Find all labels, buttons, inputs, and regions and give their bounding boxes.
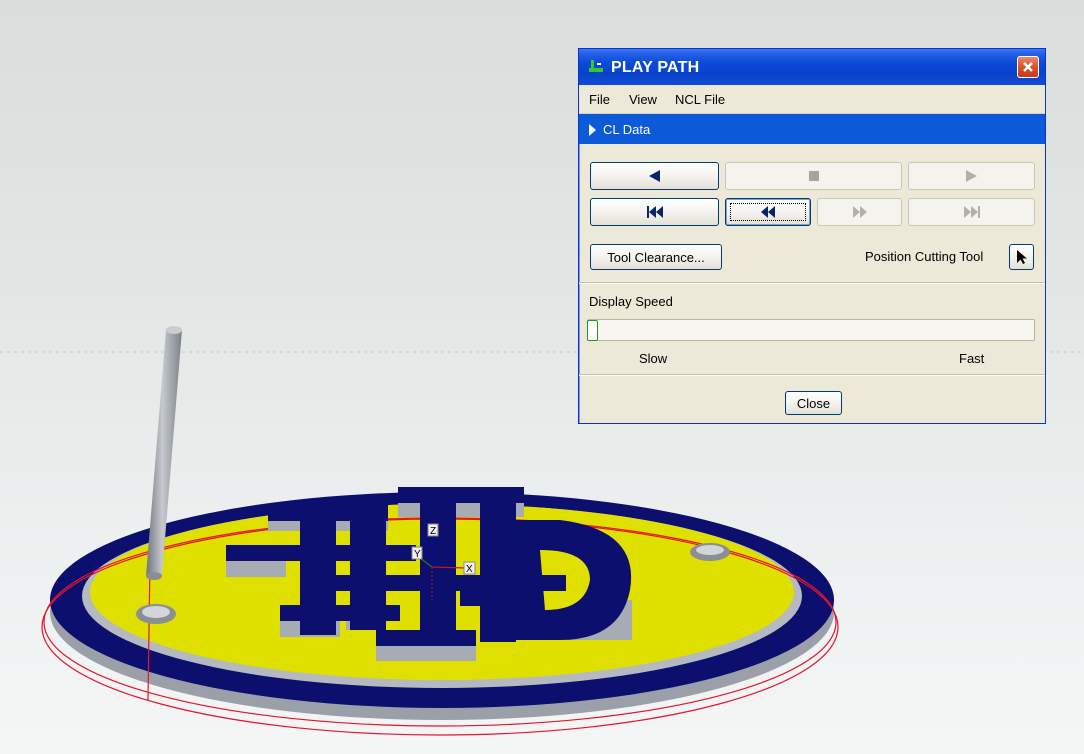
stop-icon (808, 171, 819, 181)
close-button-label: Close (796, 395, 831, 411)
skip-to-start-icon (646, 206, 663, 218)
position-cutting-tool-button[interactable] (1009, 244, 1034, 270)
slow-label: Slow (639, 351, 668, 366)
dialog-title: PLAY PATH (611, 59, 700, 76)
forward-to-end-button[interactable] (908, 198, 1035, 226)
display-speed-label: Display Speed (589, 294, 673, 309)
title-bar[interactable]: PLAY PATH (579, 49, 1045, 85)
expand-arrow-icon (589, 124, 596, 136)
separator-1 (579, 282, 1045, 284)
display-speed-thumb[interactable] (587, 320, 598, 341)
tool-clearance-label: Tool Clearance... (607, 249, 705, 265)
cl-data-label: CL Data (603, 122, 651, 137)
rewind-to-start-button[interactable] (590, 198, 719, 226)
menu-ncl-file[interactable]: NCL File (675, 92, 725, 107)
display-speed-slider[interactable] (587, 319, 1035, 341)
cl-data-expander[interactable]: CL Data (579, 114, 1045, 144)
play-button[interactable] (908, 162, 1035, 190)
menu-bar: File View NCL File (579, 85, 1045, 114)
axis-label-z: Z (430, 526, 436, 537)
play-path-dialog: PLAY PATH File View NCL File CL Data Too… (578, 48, 1046, 424)
mount-hole-right (690, 543, 730, 561)
fast-forward-icon (852, 206, 867, 218)
fast-label: Fast (959, 351, 985, 366)
step-back-button[interactable] (590, 162, 719, 190)
menu-view[interactable]: View (629, 92, 657, 107)
separator-2 (579, 374, 1045, 376)
step-forward-fast-button[interactable] (817, 198, 902, 226)
close-button[interactable]: Close (785, 391, 842, 415)
mount-hole-left (136, 604, 176, 624)
play-path-icon (589, 60, 603, 72)
play-icon (966, 170, 977, 182)
tool-clearance-button[interactable]: Tool Clearance... (590, 244, 722, 270)
close-icon[interactable] (1017, 56, 1039, 78)
menu-file[interactable]: File (589, 92, 610, 107)
play-reverse-icon (649, 170, 660, 182)
position-cutting-tool-label: Position Cutting Tool (865, 249, 984, 264)
axis-label-x: X (466, 564, 473, 575)
skip-to-end-icon (963, 206, 980, 218)
step-back-fast-button[interactable] (725, 198, 811, 226)
stop-button[interactable] (725, 162, 902, 190)
axis-label-y: Y (414, 549, 421, 560)
pointer-arrow-icon (1016, 250, 1027, 264)
